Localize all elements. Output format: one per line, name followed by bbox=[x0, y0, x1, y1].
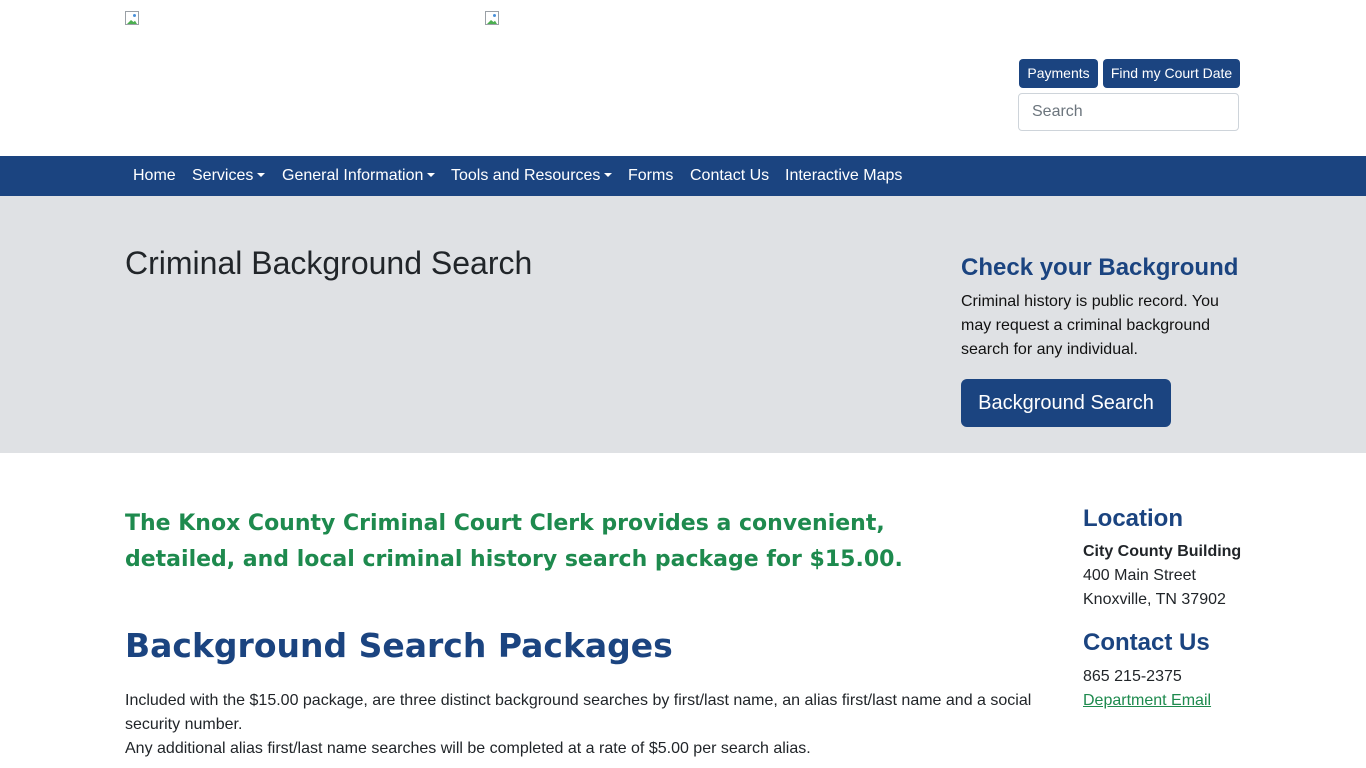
payments-button[interactable]: Payments bbox=[1019, 59, 1098, 88]
package-description: Included with the $15.00 package, are th… bbox=[125, 692, 1032, 733]
main-navbar: Home Services General Information Tools … bbox=[0, 156, 1366, 196]
caret-down-icon bbox=[604, 173, 613, 177]
contact-heading: Contact Us bbox=[1083, 629, 1210, 656]
building-name: City County Building bbox=[1083, 543, 1242, 560]
broken-image-icon[interactable] bbox=[125, 11, 141, 27]
nav-item-label: Tools and Resources bbox=[451, 167, 601, 184]
broken-image-icon[interactable] bbox=[485, 11, 501, 27]
site-header: Payments Find my Court Date bbox=[0, 0, 1366, 156]
search-input[interactable] bbox=[1018, 93, 1239, 131]
nav-item-services[interactable]: Services bbox=[192, 156, 266, 196]
nav-item-label: Interactive Maps bbox=[785, 167, 903, 184]
hero-section: Criminal Background Search Check your Ba… bbox=[0, 196, 1366, 453]
background-search-button[interactable]: Background Search bbox=[961, 379, 1171, 427]
nav-item-tools-and-resources[interactable]: Tools and Resources bbox=[451, 156, 613, 196]
nav-item-contact-us[interactable]: Contact Us bbox=[690, 156, 769, 196]
department-email-link[interactable]: Department Email bbox=[1083, 689, 1211, 713]
intro-statement: The Knox County Criminal Court Clerk pro… bbox=[125, 511, 903, 572]
alias-fee-description: Any additional alias first/last name sea… bbox=[125, 740, 811, 757]
nav-item-interactive-maps[interactable]: Interactive Maps bbox=[785, 156, 902, 196]
nav-item-label: General Information bbox=[282, 167, 424, 184]
street-address: 400 Main Street bbox=[1083, 567, 1196, 584]
nav-item-general-information[interactable]: General Information bbox=[282, 156, 436, 196]
page-title: Criminal Background Search bbox=[125, 245, 533, 281]
nav-item-label: Home bbox=[133, 167, 176, 184]
caret-down-icon bbox=[427, 173, 436, 177]
caret-down-icon bbox=[257, 173, 266, 177]
nav-item-forms[interactable]: Forms bbox=[628, 156, 673, 196]
find-court-date-button[interactable]: Find my Court Date bbox=[1103, 59, 1240, 88]
nav-item-label: Forms bbox=[628, 167, 674, 184]
city-state-zip: Knoxville, TN 37902 bbox=[1083, 591, 1226, 608]
check-background-text: Criminal history is public record. You m… bbox=[961, 293, 1219, 358]
phone-number: 865 215-2375 bbox=[1083, 668, 1182, 685]
nav-item-home[interactable]: Home bbox=[133, 156, 176, 196]
nav-item-label: Contact Us bbox=[690, 167, 770, 184]
check-background-title: Check your Background bbox=[961, 254, 1239, 281]
nav-item-label: Services bbox=[192, 167, 254, 184]
packages-heading: Background Search Packages bbox=[125, 626, 673, 665]
location-heading: Location bbox=[1083, 505, 1183, 532]
